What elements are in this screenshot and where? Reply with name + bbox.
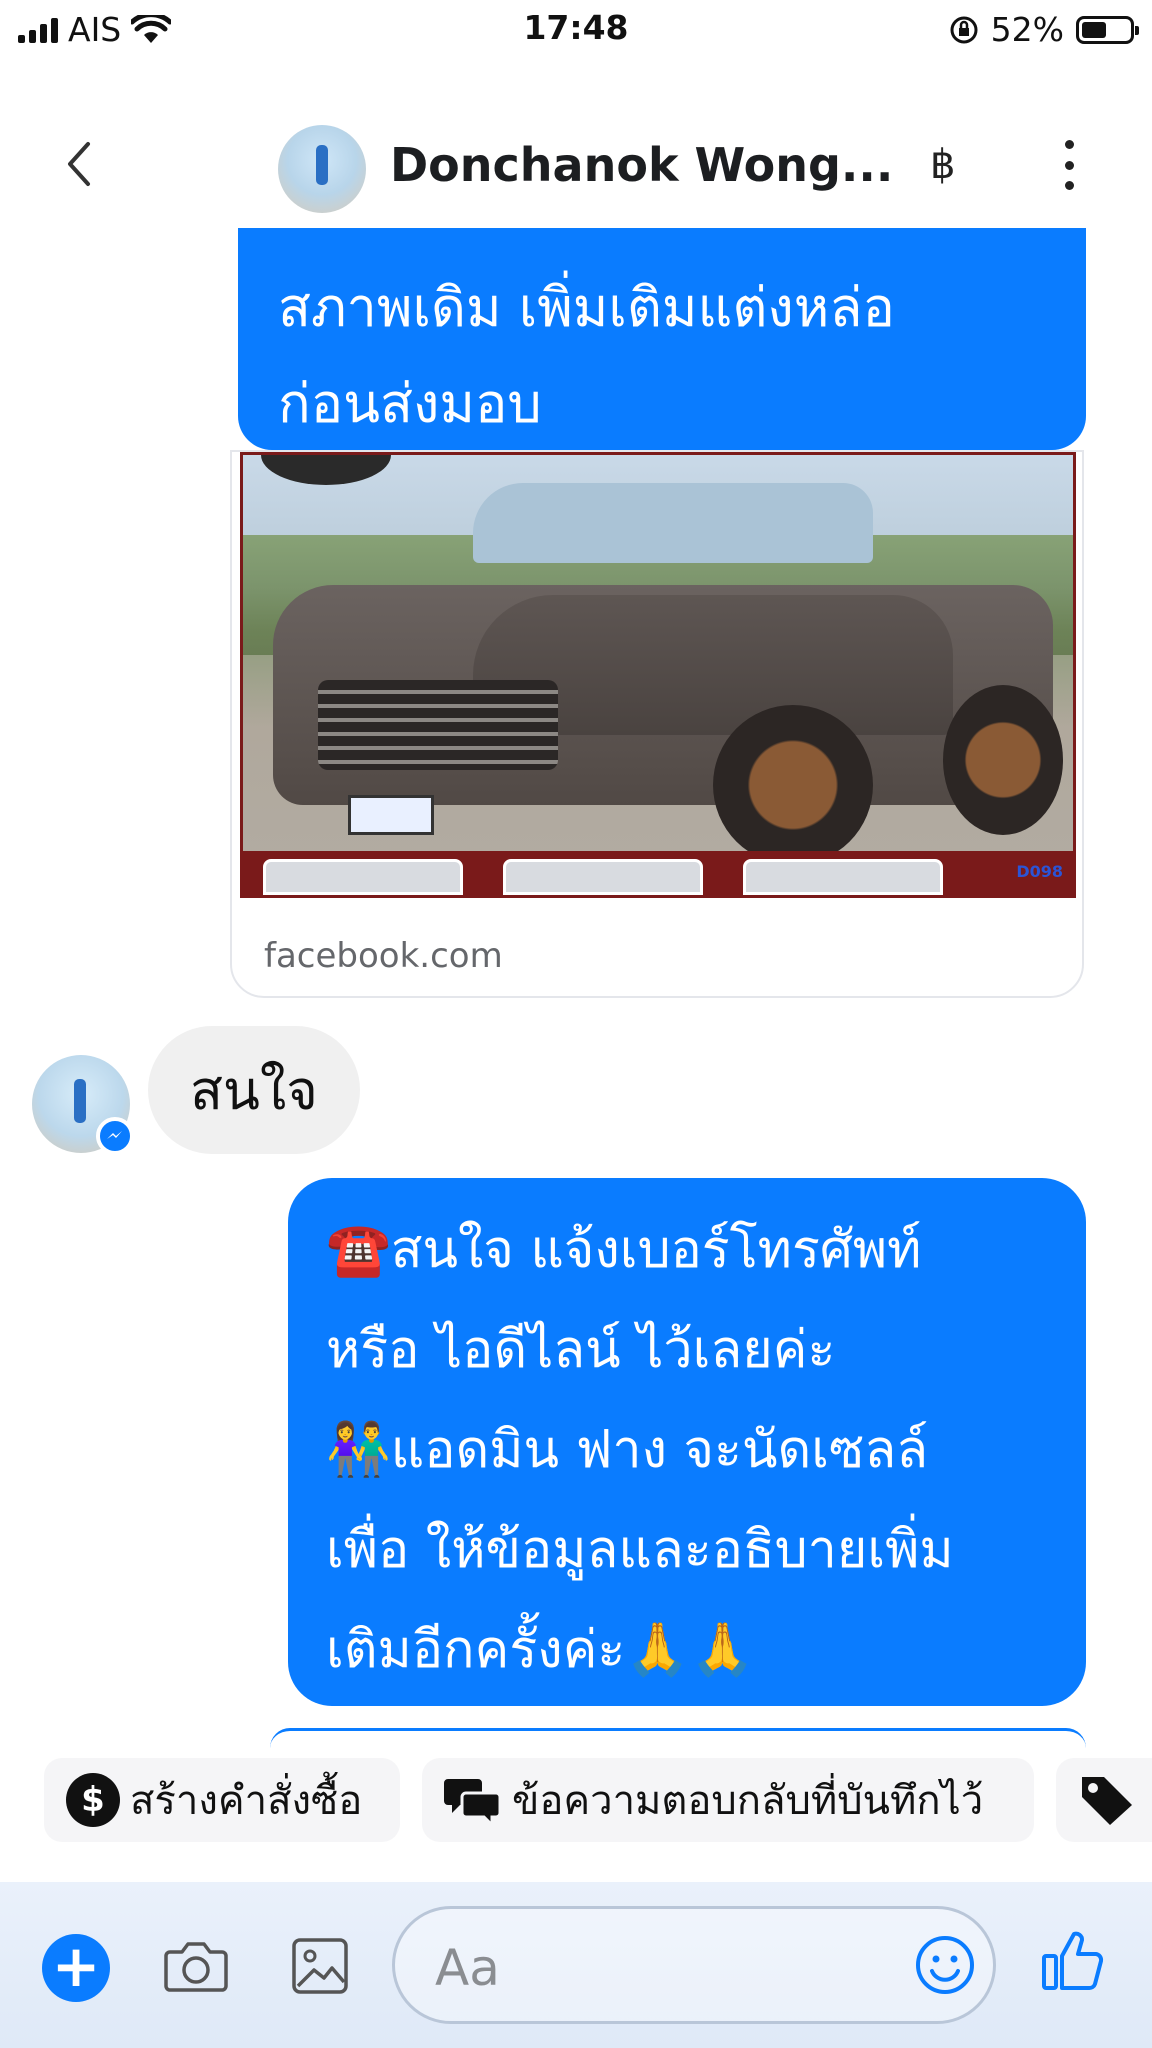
input-placeholder: Aa — [435, 1939, 500, 1997]
watermark-logo — [261, 455, 391, 485]
more-options-button[interactable] — [1060, 140, 1078, 190]
message-composer: + Aa — [0, 1882, 1152, 2048]
link-preview-card[interactable]: D098 facebook.com — [230, 450, 1084, 998]
battery-icon — [1076, 15, 1139, 44]
camera-icon[interactable] — [162, 1932, 230, 2000]
dot — [1064, 140, 1074, 149]
outgoing-message-bubble[interactable]: สภาพเดิม เพิ่มเติมแต่งหล่อ ก่อนส่งมอบ — [238, 228, 1086, 450]
chevron-left-icon — [68, 142, 90, 186]
thumbs-up-icon[interactable] — [1040, 1926, 1106, 1994]
dot — [1064, 160, 1074, 170]
message-input[interactable]: Aa — [392, 1906, 996, 2024]
incoming-message-bubble[interactable]: สนใจ — [148, 1026, 360, 1154]
conversation-header: Donchanok Wong... ฿ — [0, 110, 1152, 220]
label-chip[interactable] — [1056, 1758, 1152, 1842]
payment-button[interactable]: ฿ — [930, 142, 955, 188]
link-domain: facebook.com — [264, 936, 503, 976]
emoji-icon[interactable] — [913, 1933, 977, 1997]
status-right: 52% — [949, 10, 1139, 49]
battery-percent: 52% — [990, 10, 1064, 49]
thumbnail-strip — [243, 851, 1073, 895]
tag-icon — [1082, 1777, 1132, 1825]
thumbnail — [503, 859, 703, 895]
wheel — [713, 705, 873, 865]
chip-label: ข้อความตอบกลับที่บันทึกไว้ — [512, 1778, 984, 1824]
back-button[interactable] — [56, 134, 106, 194]
truck-window — [473, 483, 873, 563]
message-text: ☎️สนใจ แจ้งเบอร์โทรศัพท์ หรือ ไอดีไลน์ ไ… — [326, 1220, 954, 1680]
outgoing-message-bubble[interactable]: ☎️สนใจ แจ้งเบอร์โทรศัพท์ หรือ ไอดีไลน์ ไ… — [288, 1178, 1086, 1706]
saved-replies-chip[interactable]: ข้อความตอบกลับที่บันทึกไว้ — [422, 1758, 1034, 1842]
create-order-chip[interactable]: $ สร้างคำสั่งซื้อ — [44, 1758, 400, 1842]
avatar-figure — [74, 1079, 86, 1123]
license-plate — [348, 795, 434, 835]
dot — [1064, 181, 1074, 190]
orientation-lock-icon — [950, 16, 978, 43]
plus-icon[interactable]: + — [42, 1934, 110, 2002]
dollar-icon: $ — [66, 1773, 120, 1827]
next-message-edge — [270, 1728, 1086, 1748]
thumbnail — [263, 859, 463, 895]
quick-actions-bar: $ สร้างคำสั่งซื้อ ข้อความตอบกลับที่บันทึ… — [0, 1752, 1152, 1844]
contact-avatar[interactable] — [278, 125, 366, 213]
avatar-figure — [316, 145, 328, 185]
link-preview-image: D098 — [240, 452, 1076, 898]
truck-grille — [318, 680, 558, 770]
wheel — [943, 685, 1063, 835]
chip-label: สร้างคำสั่งซื้อ — [130, 1778, 363, 1824]
contact-name[interactable]: Donchanok Wong... — [390, 138, 893, 192]
thumbnail — [743, 859, 943, 895]
message-text: สนใจ — [190, 1059, 318, 1122]
battery-level — [1082, 21, 1106, 38]
chat-bubbles-icon — [444, 1779, 502, 1827]
message-text: สภาพเดิม เพิ่มเติมแต่งหล่อ ก่อนส่งมอบ — [278, 276, 895, 435]
image-icon[interactable] — [290, 1930, 350, 1998]
messenger-badge-icon — [96, 1117, 134, 1155]
status-bar: AIS 17:48 52% — [0, 0, 1152, 62]
image-code: D098 — [1016, 862, 1063, 881]
